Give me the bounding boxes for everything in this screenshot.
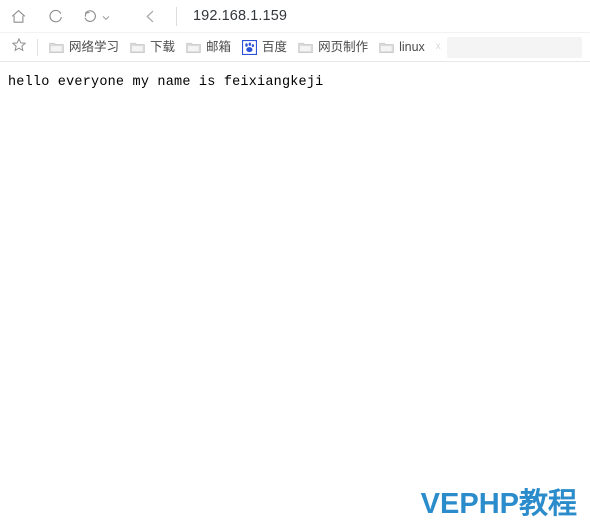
chevron-down-icon: [102, 15, 110, 21]
folder-icon: [185, 39, 201, 55]
bookmark-item-linux[interactable]: linux: [373, 35, 430, 59]
bookmark-label: 网页制作: [318, 40, 369, 54]
bookmark-label: 邮箱: [206, 40, 232, 54]
address-bar[interactable]: 192.168.1.159: [177, 0, 590, 32]
bookmarks-empty-area: [446, 36, 582, 58]
bookmark-item-youxiang[interactable]: 邮箱: [180, 35, 236, 59]
bookmark-item-wangluoxuexi[interactable]: 网络学习: [43, 35, 124, 59]
bookmark-label: 网络学习: [69, 40, 120, 54]
history-dropdown-button[interactable]: [74, 0, 132, 32]
bookmark-label: linux: [399, 40, 425, 54]
bookmark-label: 百度: [262, 40, 288, 54]
star-icon: [11, 37, 27, 58]
bookmark-label: 下载: [150, 40, 176, 54]
url-text: 192.168.1.159: [193, 8, 288, 24]
bookmark-star-button[interactable]: [6, 35, 32, 59]
back-button[interactable]: [132, 0, 169, 32]
bookmarks-overflow-indicator[interactable]: x: [436, 40, 441, 54]
navigation-toolbar: 192.168.1.159: [0, 0, 590, 33]
home-icon: [10, 8, 27, 25]
bookmark-item-xiazai[interactable]: 下载: [124, 35, 180, 59]
undo-history-icon: [82, 8, 99, 25]
bookmarks-divider: [37, 38, 38, 56]
browser-chrome: 192.168.1.159 网络学习 下载 邮箱 百度 网页制作 linux x: [0, 0, 590, 62]
folder-icon: [297, 39, 313, 55]
page-viewport: hello everyone my name is feixiangkeji: [0, 63, 590, 527]
home-button[interactable]: [0, 0, 37, 32]
back-chevron-icon: [142, 8, 159, 25]
bookmarks-bar: 网络学习 下载 邮箱 百度 网页制作 linux x: [0, 33, 590, 62]
bookmark-item-baidu[interactable]: 百度: [236, 35, 292, 59]
folder-icon: [48, 39, 64, 55]
folder-icon: [378, 39, 394, 55]
baidu-paw-icon: [241, 39, 257, 55]
refresh-icon: [47, 8, 64, 25]
folder-icon: [129, 39, 145, 55]
page-body-text: hello everyone my name is feixiangkeji: [8, 75, 324, 90]
refresh-button[interactable]: [37, 0, 74, 32]
watermark-vephp: VEPHP教程: [420, 488, 577, 520]
bookmark-item-wangyezhizuo[interactable]: 网页制作: [292, 35, 373, 59]
